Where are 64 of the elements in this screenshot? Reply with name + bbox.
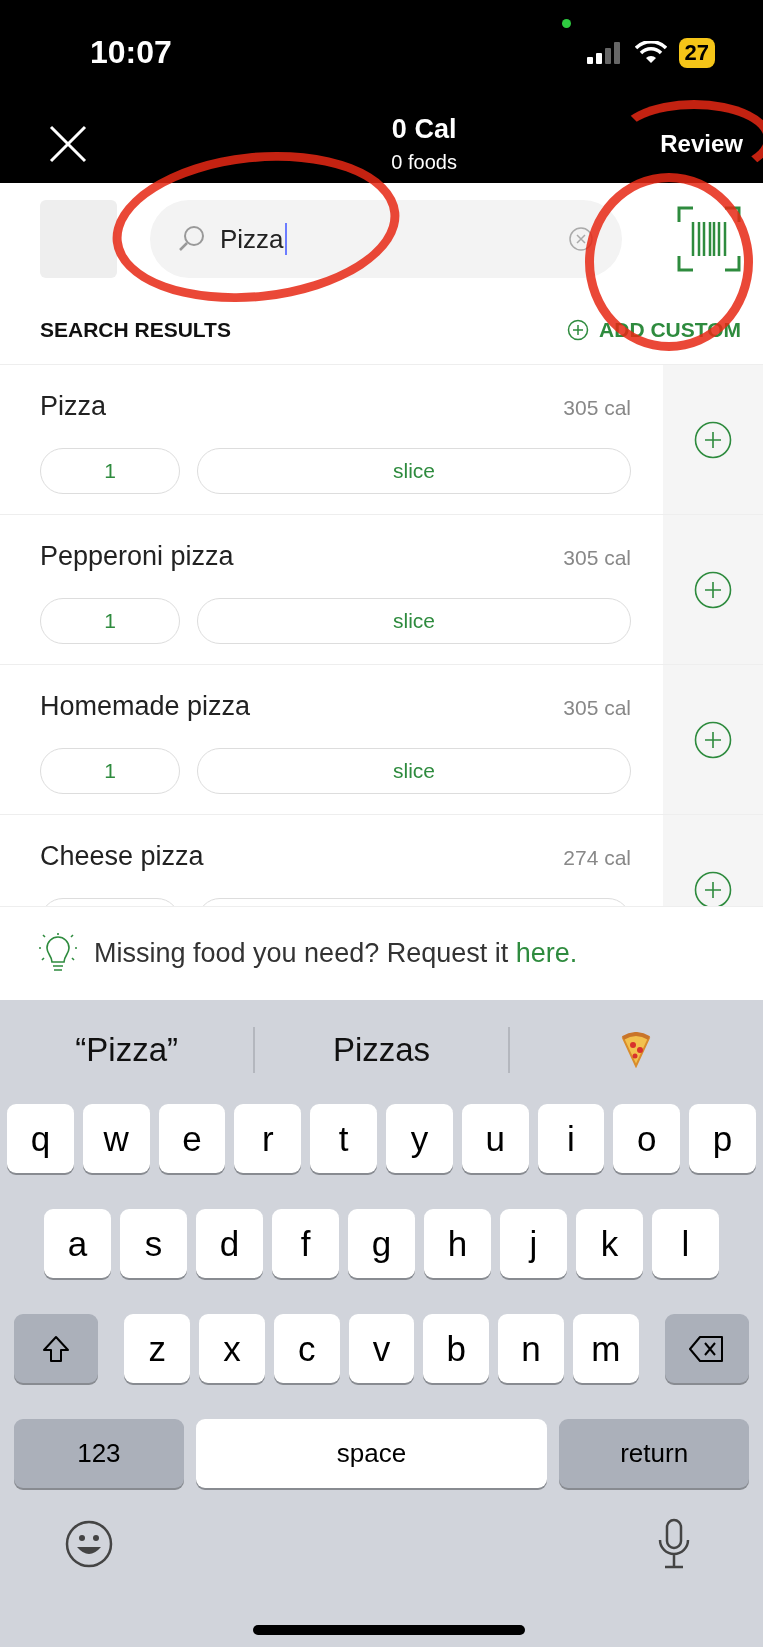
suggestion[interactable]: “Pizza” xyxy=(0,1031,254,1069)
search-icon xyxy=(178,225,206,253)
key-button[interactable]: t xyxy=(310,1104,377,1173)
plus-icon xyxy=(567,318,590,341)
key-button[interactable]: g xyxy=(348,1209,415,1278)
key-button[interactable]: y xyxy=(386,1104,453,1173)
key-button[interactable]: p xyxy=(689,1104,756,1173)
key-button[interactable]: s xyxy=(120,1209,187,1278)
return-key[interactable]: return xyxy=(559,1419,749,1488)
signal-icon xyxy=(586,41,623,64)
numbers-key[interactable]: 123 xyxy=(14,1419,184,1488)
close-icon[interactable] xyxy=(48,124,88,164)
key-button[interactable]: i xyxy=(537,1104,605,1173)
backspace-icon xyxy=(688,1334,725,1363)
shift-arrow-icon xyxy=(41,1333,72,1364)
add-icon[interactable] xyxy=(694,570,732,609)
calorie-count: 305 cal xyxy=(563,396,631,420)
key-button[interactable]: v xyxy=(348,1314,415,1383)
section-title: SEARCH RESULTS xyxy=(40,317,231,342)
add-icon[interactable] xyxy=(694,870,732,906)
food-name[interactable]: Cheese pizza xyxy=(40,841,204,872)
add-icon[interactable] xyxy=(694,720,732,759)
key-button[interactable]: w xyxy=(82,1104,150,1173)
add-icon[interactable] xyxy=(694,420,732,459)
key-button[interactable]: d xyxy=(196,1209,263,1278)
battery-level: 27 xyxy=(684,39,709,66)
microphone-icon[interactable] xyxy=(657,1518,691,1570)
key-button[interactable]: c xyxy=(273,1314,340,1383)
key-button[interactable]: z xyxy=(124,1314,191,1383)
food-name[interactable]: Pizza xyxy=(40,391,107,422)
request-link[interactable]: here. xyxy=(515,938,578,968)
key-button[interactable]: x xyxy=(199,1314,265,1383)
suggestion[interactable]: Pizzas xyxy=(254,1031,509,1069)
emoji-icon[interactable] xyxy=(64,1519,114,1569)
space-bar[interactable]: space xyxy=(195,1419,548,1488)
key-button[interactable]: l xyxy=(652,1209,719,1278)
search-field[interactable]: Pizza xyxy=(150,200,622,278)
calorie-count: 305 cal xyxy=(563,696,631,720)
calorie-count: 274 cal xyxy=(563,846,631,870)
calorie-total: 0 Cal xyxy=(391,114,457,145)
wifi-icon xyxy=(634,40,667,65)
key-button[interactable]: n xyxy=(498,1314,564,1383)
key-button[interactable]: r xyxy=(234,1104,302,1173)
calorie-count: 305 cal xyxy=(563,546,631,570)
key-button[interactable]: e xyxy=(158,1104,226,1173)
food-name[interactable]: Homemade pizza xyxy=(40,691,251,722)
review-button[interactable]: Review xyxy=(660,122,743,166)
key-button[interactable]: b xyxy=(423,1314,490,1383)
status-time: 10:07 xyxy=(90,34,172,71)
barcode-scan-icon[interactable] xyxy=(677,206,741,272)
key-button[interactable]: o xyxy=(613,1104,681,1173)
key-button[interactable]: f xyxy=(272,1209,339,1278)
key-button[interactable]: j xyxy=(500,1209,567,1278)
food-count: 0 foods xyxy=(391,151,457,174)
delete-key[interactable] xyxy=(664,1314,749,1383)
request-text: Missing food you need? Request it here. xyxy=(94,938,578,969)
key-button[interactable]: a xyxy=(44,1209,111,1278)
key-button[interactable]: m xyxy=(572,1314,639,1383)
shift-key[interactable] xyxy=(14,1314,99,1383)
key-button[interactable]: q xyxy=(7,1104,74,1173)
food-name[interactable]: Pepperoni pizza xyxy=(40,541,234,572)
key-button[interactable]: k xyxy=(576,1209,643,1278)
key-button[interactable]: h xyxy=(424,1209,491,1278)
key-button[interactable]: u xyxy=(461,1104,529,1173)
